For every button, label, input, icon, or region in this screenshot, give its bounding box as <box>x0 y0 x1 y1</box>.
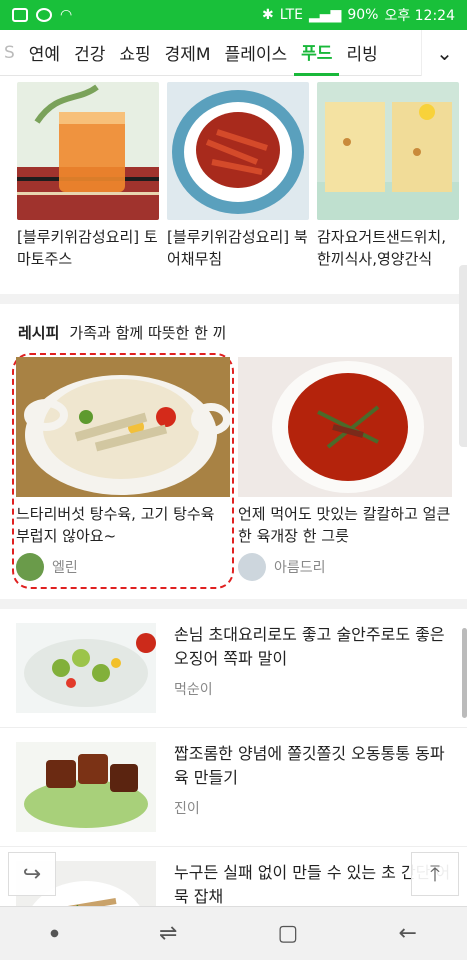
list-item[interactable]: 손님 초대요리로도 좋고 술안주로도 좋은 오징어 쪽파 말이 먹순이 <box>0 609 467 728</box>
list-title: 누구든 실패 없이 만들 수 있는 초 간단 어묵 잡채 <box>174 863 451 906</box>
tab-living[interactable]: 리빙 <box>339 30 384 76</box>
back-icon[interactable]: ← <box>398 921 416 946</box>
recipe-section: 레시피 가족과 함께 따뜻한 한 끼 느타리버섯 탕수육, 고기 탕수육 부럽지… <box>0 304 467 599</box>
top-card-section: [블루키위감성요리] 토마토주스 [블루키위감성요리] 북어채무침 감자요거트샌… <box>0 76 467 294</box>
card-title: 감자요거트샌드위치, 한끼식사,영양간식 <box>317 228 446 268</box>
bugeo-image <box>167 82 309 220</box>
card-tomato-juice[interactable]: [블루키위감성요리] 토마토주스 <box>17 82 159 270</box>
avatar <box>16 553 44 581</box>
sandwich-image <box>317 82 459 220</box>
recipe-list: 손님 초대요리로도 좋고 술안주로도 좋은 오징어 쪽파 말이 먹순이 짭조롬한… <box>0 609 467 906</box>
author: 엘린 <box>16 553 230 581</box>
system-nav-bar: ● ⇌ ▢ ← <box>0 906 467 960</box>
chevron-down-icon[interactable]: ⌄ <box>421 30 467 76</box>
dot-icon: ● <box>50 928 59 939</box>
card-title: 느타리버섯 탕수육, 고기 탕수육 부럽지 않아요~ <box>16 505 215 545</box>
tab-place[interactable]: 플레이스 <box>218 30 295 76</box>
author-name: 엘린 <box>52 560 78 576</box>
list-author: 진이 <box>174 801 200 817</box>
list-title: 손님 초대요리로도 좋고 술안주로도 좋은 오징어 쪽파 말이 <box>174 625 445 668</box>
list-item[interactable]: 짭조롬한 양념에 쫄깃쫄깃 오동통통 동파육 만들기 진이 <box>0 728 467 847</box>
tab-food[interactable]: 푸드 <box>294 30 340 76</box>
section-subtitle: 가족과 함께 따뜻한 한 끼 <box>69 324 227 342</box>
section-label: 레시피 <box>18 324 60 342</box>
wifi-icon: ◠ <box>60 7 73 23</box>
card-bugeo[interactable]: [블루키위감성요리] 북어채무침 <box>167 82 309 270</box>
card-sandwich[interactable]: 감자요거트샌드위치, 한끼식사,영양간식 <box>317 82 459 270</box>
tab-entertainment[interactable]: 연예 <box>22 30 67 76</box>
tangsuyuk-image <box>16 357 230 497</box>
tab-health[interactable]: 건강 <box>67 30 112 76</box>
tab-economy[interactable]: 경제M <box>158 30 218 76</box>
squid-roll-image <box>16 623 156 713</box>
scrollbar[interactable] <box>462 628 467 718</box>
naver-icon <box>12 8 28 22</box>
avatar <box>238 553 266 581</box>
card-title: 언제 먹어도 맛있는 칼칼하고 얼큰한 육개장 한 그릇 <box>238 505 451 545</box>
author: 아름드리 <box>238 553 452 581</box>
battery-label: 90% <box>347 7 379 23</box>
scroll-top-icon[interactable]: ⤒ <box>411 852 459 896</box>
dongpayuk-image <box>16 742 156 832</box>
edge-panel-handle[interactable] <box>459 265 467 447</box>
share-icon[interactable]: ↪ <box>8 852 56 896</box>
list-author: 먹순이 <box>174 682 213 698</box>
signal-icon: ▂▄▆ <box>309 7 342 23</box>
feed: [블루키위감성요리] 토마토주스 [블루키위감성요리] 북어채무침 감자요거트샌… <box>0 76 467 906</box>
network-label: LTE <box>279 7 303 23</box>
talk-icon <box>36 8 52 22</box>
recipe-card-yukgaejang[interactable]: 언제 먹어도 맛있는 칼칼하고 얼큰한 육개장 한 그릇 아름드리 <box>238 357 452 581</box>
clock: 오후 12:24 <box>384 8 455 24</box>
card-title: [블루키위감성요리] 토마토주스 <box>17 228 158 268</box>
home-icon[interactable]: ▢ <box>278 921 299 946</box>
tab-shopping[interactable]: 쇼핑 <box>112 30 157 76</box>
recent-apps-icon[interactable]: ⇌ <box>159 921 177 946</box>
card-title: [블루키위감성요리] 북어채무침 <box>167 228 308 268</box>
recipe-card-tangsuyuk[interactable]: 느타리버섯 탕수육, 고기 탕수육 부럽지 않아요~ 엘린 <box>12 353 234 589</box>
category-tabs: S 연예 건강 쇼핑 경제M 플레이스 푸드 리빙 ⌄ <box>0 30 467 76</box>
tomato-juice-image <box>17 82 159 220</box>
list-title: 짭조롬한 양념에 쫄깃쫄깃 오동통통 동파육 만들기 <box>174 744 445 787</box>
tab-partial[interactable]: S <box>0 30 22 76</box>
yukgaejang-image <box>238 357 452 497</box>
author-name: 아름드리 <box>274 560 326 576</box>
list-item[interactable]: 누구든 실패 없이 만들 수 있는 초 간단 어묵 잡채 냠이 <box>0 847 467 906</box>
status-bar: ◠ ✱ LTE ▂▄▆ 90% 오후 12:24 <box>0 0 467 30</box>
bluetooth-icon: ✱ <box>261 7 274 23</box>
